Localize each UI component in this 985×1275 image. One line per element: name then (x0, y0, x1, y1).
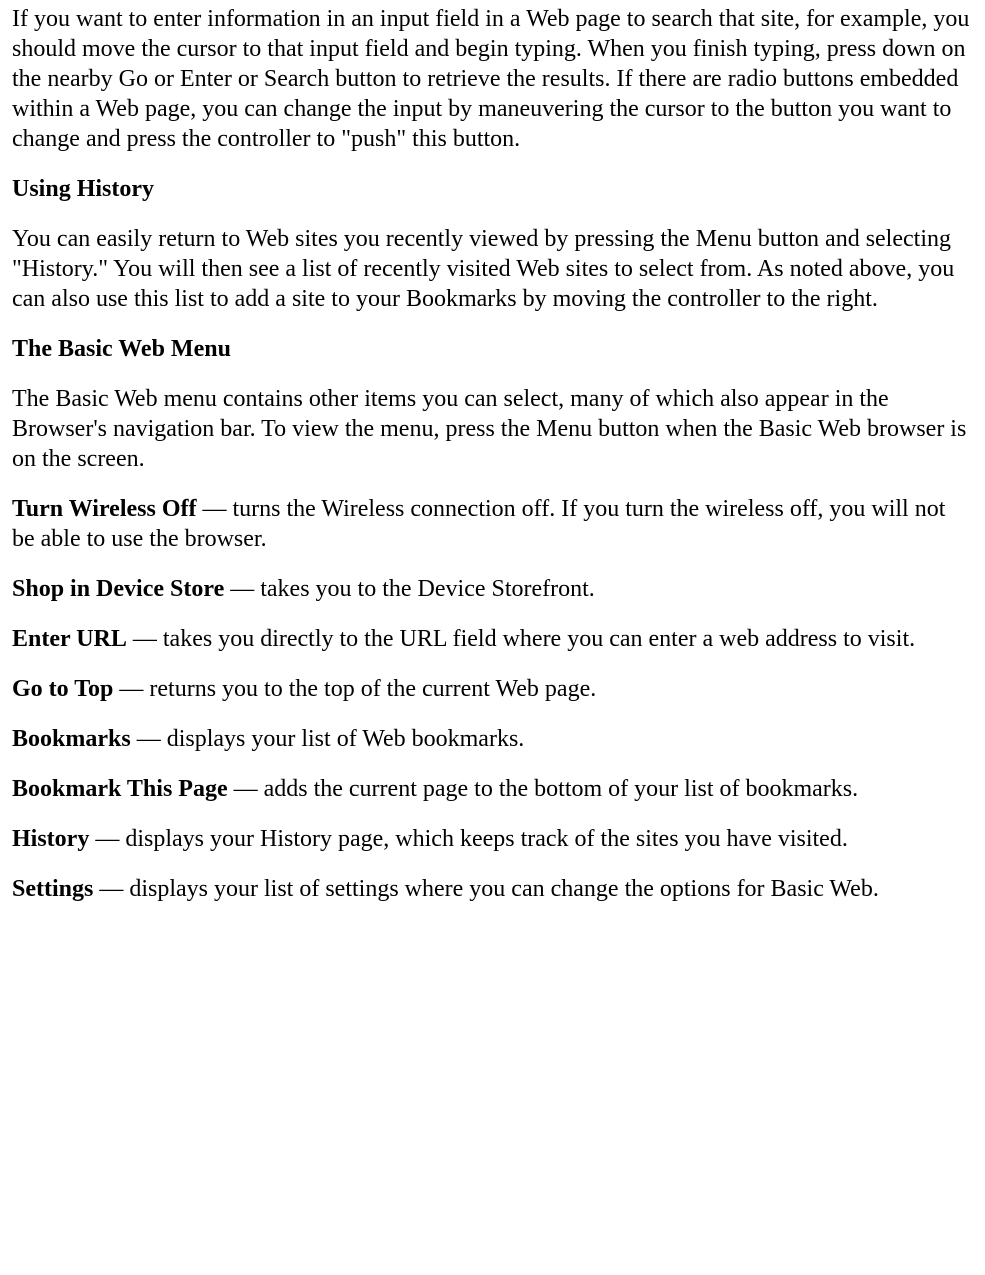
heading-using-history: Using History (12, 174, 973, 204)
menu-item-term: Turn Wireless Off (12, 496, 196, 522)
body-basic-web-menu: The Basic Web menu contains other items … (12, 384, 973, 474)
menu-item-history: History — displays your History page, wh… (12, 824, 973, 854)
menu-item-settings: Settings — displays your list of setting… (12, 874, 973, 904)
menu-item-turn-wireless-off: Turn Wireless Off — turns the Wireless c… (12, 494, 973, 554)
menu-item-bookmarks: Bookmarks — displays your list of Web bo… (12, 724, 973, 754)
menu-item-term: Go to Top (12, 676, 113, 702)
menu-item-desc: displays your list of Web bookmarks. (167, 726, 525, 752)
menu-item-enter-url: Enter URL — takes you directly to the UR… (12, 624, 973, 654)
menu-item-separator: — (93, 876, 129, 902)
menu-item-shop-in-device-store: Shop in Device Store — takes you to the … (12, 574, 973, 604)
menu-item-separator: — (113, 676, 149, 702)
menu-item-bookmark-this-page: Bookmark This Page — adds the current pa… (12, 774, 973, 804)
document-page: If you want to enter information in an i… (0, 0, 985, 1275)
menu-item-term: Enter URL (12, 626, 127, 652)
menu-item-separator: — (224, 576, 260, 602)
menu-item-desc: takes you to the Device Storefront. (260, 576, 595, 602)
menu-item-separator: — (127, 626, 163, 652)
menu-item-term: Settings (12, 876, 93, 902)
menu-item-separator: — (196, 496, 232, 522)
menu-item-term: History (12, 826, 89, 852)
body-using-history: You can easily return to Web sites you r… (12, 224, 973, 314)
heading-basic-web-menu: The Basic Web Menu (12, 334, 973, 364)
intro-paragraph: If you want to enter information in an i… (12, 4, 973, 154)
menu-item-desc: displays your History page, which keeps … (125, 826, 848, 852)
menu-item-desc: displays your list of settings where you… (129, 876, 878, 902)
menu-item-separator: — (89, 826, 125, 852)
menu-item-desc: returns you to the top of the current We… (149, 676, 596, 702)
menu-item-term: Bookmark This Page (12, 776, 228, 802)
menu-item-separator: — (131, 726, 167, 752)
menu-item-separator: — (228, 776, 264, 802)
menu-item-desc: takes you directly to the URL field wher… (163, 626, 915, 652)
menu-item-desc: adds the current page to the bottom of y… (264, 776, 859, 802)
menu-item-term: Shop in Device Store (12, 576, 224, 602)
menu-item-term: Bookmarks (12, 726, 131, 752)
menu-item-go-to-top: Go to Top — returns you to the top of th… (12, 674, 973, 704)
